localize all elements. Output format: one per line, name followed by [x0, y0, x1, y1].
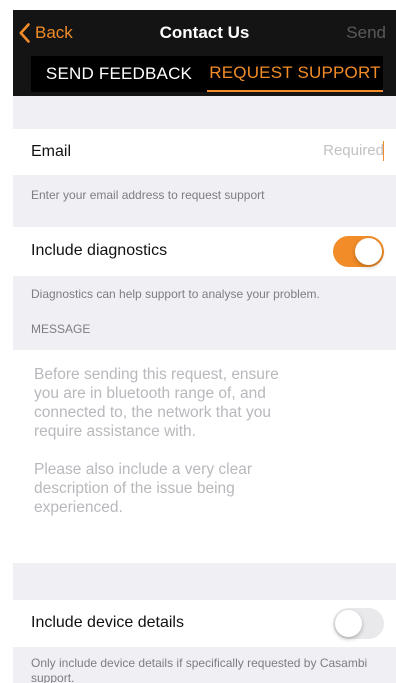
contact-us-screen: Back Contact Us Send SEND FEEDBACK REQUE… — [13, 10, 396, 683]
send-button[interactable]: Send — [346, 22, 386, 44]
device-details-caption: Only include device details if specifica… — [31, 656, 368, 683]
device-details-row: Include device details — [13, 600, 396, 647]
message-section-header: MESSAGE — [31, 322, 91, 336]
toggle-knob — [335, 610, 362, 637]
tab-request-support[interactable]: REQUEST SUPPORT — [207, 56, 383, 92]
navigation-bar: Back Contact Us Send SEND FEEDBACK REQUE… — [13, 10, 396, 96]
tab-send-feedback[interactable]: SEND FEEDBACK — [31, 56, 207, 92]
email-row: Email — [13, 129, 396, 175]
device-details-toggle[interactable] — [333, 608, 384, 639]
device-details-label: Include device details — [31, 614, 184, 631]
message-placeholder: Before sending this request, ensure you … — [34, 366, 279, 516]
segmented-control: SEND FEEDBACK REQUEST SUPPORT — [31, 56, 383, 92]
message-text-area[interactable]: Before sending this request, ensure you … — [13, 350, 396, 563]
email-field[interactable] — [184, 142, 384, 159]
email-caption: Enter your email address to request supp… — [31, 188, 265, 202]
toggle-knob — [355, 238, 382, 265]
diagnostics-label: Include diagnostics — [31, 242, 168, 259]
text-caret — [383, 141, 384, 161]
page-title: Contact Us — [159, 23, 250, 42]
email-label: Email — [31, 143, 72, 160]
diagnostics-toggle[interactable] — [333, 236, 384, 267]
diagnostics-row: Include diagnostics — [13, 227, 396, 276]
diagnostics-caption: Diagnostics can help support to analyse … — [31, 287, 320, 301]
